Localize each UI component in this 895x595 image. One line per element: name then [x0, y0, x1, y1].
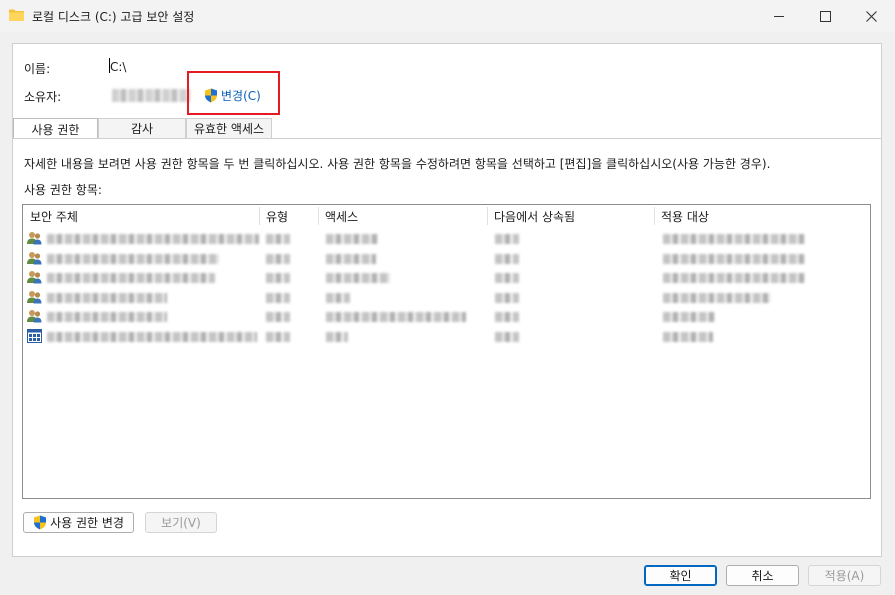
cancel-label: 취소 — [751, 569, 774, 583]
redacted-cell — [663, 234, 805, 244]
table-row[interactable] — [23, 249, 870, 268]
ok-button[interactable]: 확인 — [644, 565, 717, 586]
column-divider[interactable] — [654, 207, 655, 225]
column-header-access[interactable]: 액세스 — [325, 205, 358, 227]
redacted-cell — [47, 253, 219, 264]
users-icon — [27, 270, 42, 284]
table-row[interactable] — [23, 268, 870, 287]
column-header-type[interactable]: 유형 — [266, 205, 288, 227]
redacted-cell — [495, 332, 519, 342]
description-text: 자세한 내용을 보려면 사용 권한 항목을 두 번 클릭하십시오. 사용 권한 … — [24, 157, 771, 171]
redacted-cell — [663, 292, 771, 303]
redacted-cell — [47, 332, 257, 342]
table-row[interactable] — [23, 327, 870, 346]
tab-audit[interactable]: 감사 — [98, 118, 186, 138]
owner-label: 소유자: — [24, 90, 62, 104]
redacted-cell — [266, 273, 290, 284]
view-label: 보기(V) — [161, 516, 201, 530]
minimize-button[interactable] — [756, 0, 802, 32]
redacted-cell — [663, 332, 713, 342]
redacted-cell — [266, 253, 290, 264]
change-permissions-button[interactable]: 사용 권한 변경 — [23, 512, 134, 533]
permission-entries-label: 사용 권한 항목: — [24, 183, 102, 197]
uac-shield-icon — [34, 515, 47, 530]
redacted-cell — [47, 234, 259, 244]
minimize-icon — [774, 15, 784, 17]
folder-icon — [9, 9, 24, 21]
tab-permissions-label: 사용 권한 — [31, 122, 80, 137]
redacted-cell — [326, 234, 378, 244]
close-button[interactable] — [848, 0, 894, 32]
redacted-cell — [266, 292, 290, 303]
close-icon — [865, 10, 877, 22]
change-permissions-label: 사용 권한 변경 — [50, 516, 124, 530]
redacted-cell — [663, 273, 805, 284]
name-label: 이름: — [24, 62, 51, 76]
column-divider[interactable] — [487, 207, 488, 225]
users-icon — [27, 290, 42, 304]
users-icon — [27, 231, 42, 245]
redacted-cell — [495, 292, 519, 303]
users-icon — [27, 251, 42, 265]
tab-permissions[interactable]: 사용 권한 — [13, 118, 98, 139]
column-header-principal[interactable]: 보안 주체 — [30, 205, 78, 227]
tab-divider — [13, 138, 881, 139]
redacted-cell — [495, 312, 519, 323]
column-divider[interactable] — [259, 207, 260, 225]
apply-button[interactable]: 적용(A) — [808, 565, 881, 586]
redacted-cell — [266, 332, 290, 342]
redacted-cell — [47, 273, 215, 284]
permission-entries-list[interactable]: 보안 주체 유형 액세스 다음에서 상속됨 적용 대상 — [22, 204, 871, 499]
redacted-cell — [326, 253, 376, 264]
redacted-cell — [326, 273, 390, 284]
table-row[interactable] — [23, 229, 870, 248]
view-button[interactable]: 보기(V) — [145, 512, 217, 533]
redacted-cell — [47, 312, 167, 323]
tab-audit-label: 감사 — [130, 122, 154, 136]
red-highlight-box — [187, 71, 280, 115]
redacted-cell — [326, 332, 348, 342]
cancel-button[interactable]: 취소 — [726, 565, 799, 586]
name-value[interactable]: C:\ — [110, 60, 126, 74]
redacted-cell — [663, 253, 805, 264]
column-divider[interactable] — [318, 207, 319, 225]
column-header-inherited-from[interactable]: 다음에서 상속됨 — [494, 205, 575, 227]
maximize-button[interactable] — [802, 0, 848, 32]
column-header-applies-to[interactable]: 적용 대상 — [661, 205, 709, 227]
tab-effective-access-label: 유효한 액세스 — [193, 122, 265, 136]
apply-label: 적용(A) — [824, 569, 865, 583]
package-icon — [27, 329, 42, 343]
users-icon — [27, 309, 42, 323]
window-title: 로컬 디스크 (C:) 고급 보안 설정 — [32, 10, 195, 24]
table-row[interactable] — [23, 307, 870, 326]
table-row[interactable] — [23, 288, 870, 307]
redacted-cell — [266, 234, 290, 244]
redacted-cell — [495, 253, 519, 264]
redacted-cell — [47, 292, 167, 303]
tab-effective-access[interactable]: 유효한 액세스 — [186, 118, 272, 138]
owner-value-redacted — [112, 89, 190, 102]
redacted-cell — [495, 273, 519, 284]
maximize-icon — [819, 10, 831, 22]
redacted-cell — [326, 292, 350, 303]
redacted-cell — [663, 312, 715, 323]
title-bar[interactable]: 로컬 디스크 (C:) 고급 보안 설정 — [0, 0, 895, 32]
redacted-cell — [266, 312, 290, 323]
redacted-cell — [495, 234, 519, 244]
ok-label: 확인 — [669, 569, 692, 583]
redacted-cell — [326, 312, 466, 323]
